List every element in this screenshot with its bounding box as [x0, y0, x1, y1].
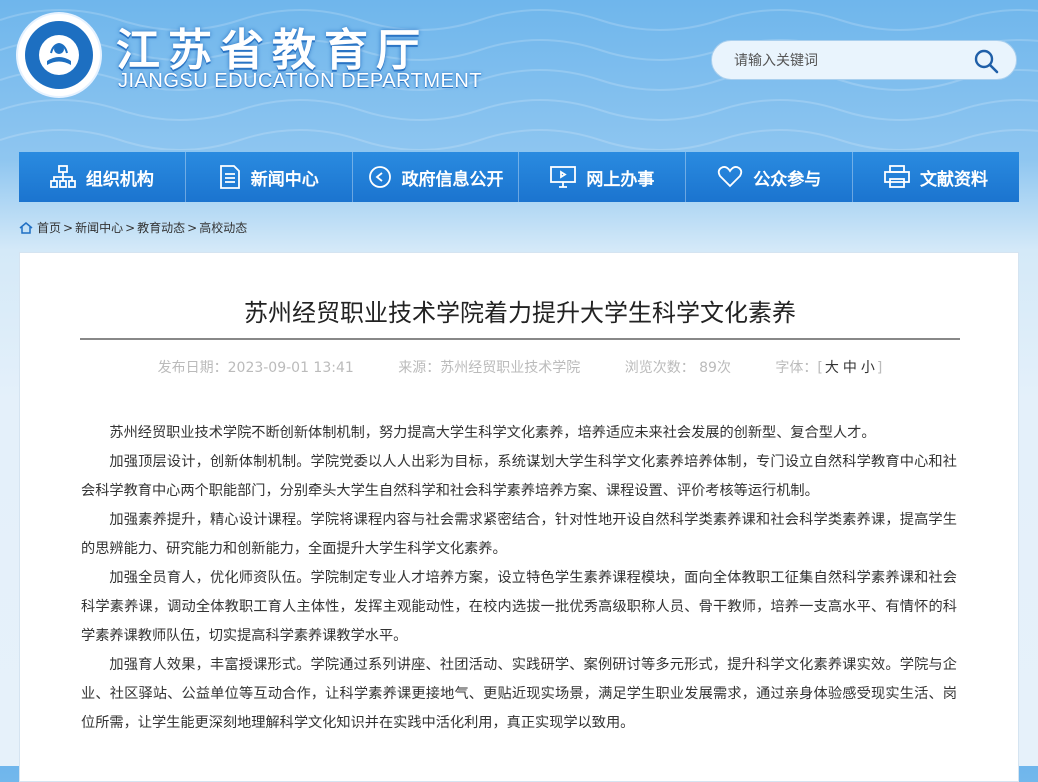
- site-title: 江苏省教育厅: [116, 25, 428, 76]
- font-small-button[interactable]: 小: [861, 360, 875, 376]
- site-subtitle: JIANGSU EDUCATION DEPARTMENT: [118, 70, 483, 92]
- nav-label: 公众参与: [753, 169, 822, 190]
- article-paragraph: 加强素养提升，精心设计课程。学院将课程内容与社会需求紧密结合，针对性地开设自然科…: [81, 512, 957, 557]
- nav-label: 新闻中心: [250, 169, 319, 190]
- play-circle-icon: [368, 166, 391, 188]
- nav-label: 网上办事: [586, 169, 655, 190]
- nav-item-news[interactable]: 新闻中心: [184, 152, 352, 202]
- nav-label: 政府信息公开: [401, 169, 504, 190]
- document-icon: [219, 165, 240, 189]
- nav-item-organization[interactable]: 组织机构: [19, 152, 185, 202]
- org-chart-icon: [50, 165, 76, 188]
- printer-icon: [884, 165, 910, 188]
- nav-item-documents[interactable]: 文献资料: [852, 152, 1019, 202]
- article-card: 苏州经贸职业技术学院着力提升大学生科学文化素养 发布日期：2023-09-01 …: [19, 252, 1019, 782]
- nav-label: 组织机构: [85, 169, 154, 190]
- book-flower-icon: [47, 42, 71, 65]
- article-source: 来源：苏州经贸职业技术学院: [398, 360, 581, 376]
- font-medium-button[interactable]: 中: [843, 360, 857, 376]
- font-size-control: 字体：[大中小]: [775, 360, 883, 376]
- search-input[interactable]: [732, 50, 966, 72]
- title-divider: [80, 338, 960, 340]
- breadcrumb-home[interactable]: 首页: [37, 219, 61, 236]
- article-meta: 发布日期：2023-09-01 13:41 来源：苏州经贸职业技术学院 浏览次数…: [20, 357, 1020, 377]
- monitor-icon: [550, 166, 577, 188]
- publish-date: 发布日期：2023-09-01 13:41: [157, 360, 354, 376]
- article-body: 苏州经贸职业技术学院不断创新体制机制，努力提高大学生科学文化素养，培养适应未来社…: [81, 419, 957, 738]
- font-large-button[interactable]: 大: [825, 360, 839, 376]
- nav-item-online-service[interactable]: 网上办事: [518, 152, 685, 202]
- search-box: [711, 40, 1017, 80]
- breadcrumb: 首页 > 新闻中心 > 教育动态 > 高校动态: [19, 219, 247, 236]
- article-paragraph: 加强育人效果，丰富授课形式。学院通过系列讲座、社团活动、实践研学、案例研讨等多元…: [81, 657, 957, 731]
- article-paragraph: 加强全员育人，优化师资队伍。学院制定专业人才培养方案，设立特色学生素养课程模块，…: [81, 570, 957, 644]
- site-header: 江苏省教育厅 JIANGSU EDUCATION DEPARTMENT: [0, 0, 1038, 150]
- article-paragraph: 加强顶层设计，创新体制机制。学院党委以人人出彩为目标，系统谋划大学生科学文化素养…: [81, 454, 957, 499]
- main-nav: 组织机构 新闻中心 政府信息公开 网上办事 公众参与 文献资料: [19, 152, 1019, 202]
- home-icon: [19, 221, 33, 234]
- department-logo[interactable]: [18, 14, 100, 96]
- article-title: 苏州经贸职业技术学院着力提升大学生科学文化素养: [244, 299, 796, 327]
- heart-icon: [718, 166, 743, 188]
- breadcrumb-news[interactable]: 新闻中心: [75, 219, 123, 236]
- nav-label: 文献资料: [920, 169, 989, 190]
- nav-item-public-participation[interactable]: 公众参与: [685, 152, 852, 202]
- nav-item-gov-info[interactable]: 政府信息公开: [351, 152, 519, 202]
- article-paragraph: 苏州经贸职业技术学院不断创新体制机制，努力提高大学生科学文化素养，培养适应未来社…: [109, 425, 876, 441]
- breadcrumb-edu-news[interactable]: 教育动态: [137, 219, 185, 236]
- breadcrumb-university-news[interactable]: 高校动态: [199, 219, 247, 236]
- view-count: 浏览次数： 89次: [624, 360, 731, 376]
- search-icon[interactable]: [972, 47, 1000, 75]
- font-size-label: 字体：: [775, 360, 818, 376]
